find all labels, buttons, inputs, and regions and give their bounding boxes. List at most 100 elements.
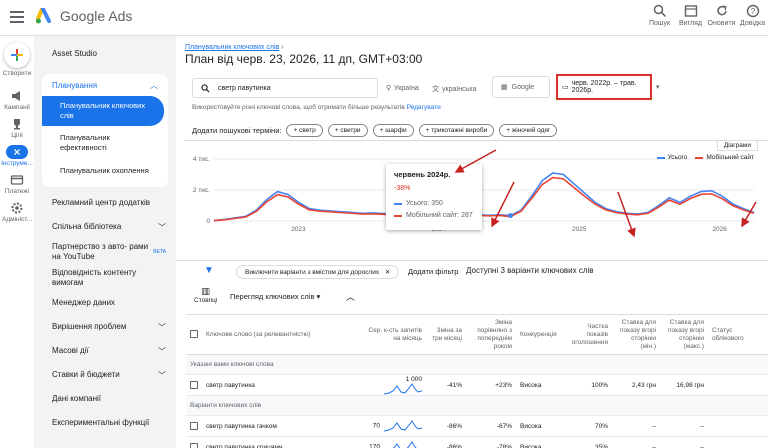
table-row[interactable]: светр павутинка 1 000 -41% +23% Висока 100% 2,… [186,374,768,396]
nav-item-9[interactable]: Експериментальні функції [34,411,176,435]
section-label: Варіанти ключових слів [186,395,768,416]
cell-share: 70% [566,415,612,437]
nav-item-label: Рекламний центр додатків [52,198,150,207]
rail-tools-label: Інструме... [1,160,33,167]
search-icon [653,4,666,18]
collapse-chevron-icon[interactable]: ︿ [346,290,355,303]
nav-performance-planner[interactable]: Планувальник ефективності [42,126,168,158]
megaphone-icon [12,91,20,101]
create-button[interactable]: Створити [0,42,34,77]
appearance-button[interactable]: Вигляд [675,4,706,27]
cell-high: – [660,415,708,437]
trophy-icon [14,119,20,130]
nav-asset-studio-label: Asset Studio [52,48,97,58]
keyword-count: Доступні 3 варіанти ключових слів [466,266,594,275]
row-checkbox[interactable] [186,436,202,448]
nav-item-0[interactable]: Рекламний центр додатків [34,191,176,215]
top-bar: Google Ads Пошук Вигляд Оновити ? Довідк… [0,0,768,36]
refresh-button[interactable]: Оновити [706,4,737,27]
nav-planning-header[interactable]: Планування ︿ [42,74,168,96]
nav-asset-studio[interactable]: Asset Studio [34,36,176,70]
rail-goals[interactable]: Цілі [0,117,34,139]
cell-kw: светр павутинка спицями [202,436,362,448]
nav-item-label: Дані компанії [52,394,102,403]
cell-kw: светр павутинка гачком [202,415,362,437]
beta-badge: BETA [153,249,166,255]
rail-tools[interactable]: Інструме... [0,145,34,167]
main-content: Планувальник ключових слів › План від че… [176,36,768,448]
nav-item-6[interactable]: Масові дії ﹀ [34,339,176,363]
plus-icon [4,42,30,68]
cell-yoy: -78% [466,436,516,448]
table-section-row: Варіанти ключових слів [186,395,768,416]
cell-high: 16,98 грн [660,374,708,396]
col-avg-searches[interactable]: Сер. к-сть запитів на місяць [362,314,426,355]
help-label: Довідка [739,20,766,27]
chevron-down-icon: ﹀ [158,346,166,356]
cell-avg: 170 [362,436,426,448]
cell-low: 2,43 грн [612,374,660,396]
table-row[interactable]: светр павутинка гачком 70 -86% -67% Висока 70… [186,415,768,437]
keyword-view-dropdown[interactable]: Перегляд ключових слів ▾ [230,292,320,301]
rail-admin[interactable]: Адмініст... [0,201,34,223]
add-filter-button[interactable]: Додати фільтр [408,267,458,276]
nav-keyword-planner[interactable]: Планувальник ключових слів [42,96,164,126]
close-icon[interactable]: ✕ [385,269,390,276]
nav-item-label: Експериментальні функції [52,418,150,427]
nav-item-4[interactable]: Менеджер даних [34,291,176,315]
col-bid-high[interactable]: Ставка для показу вгорі сторінки (макс.) [660,314,708,355]
nav-reach-planner[interactable]: Планувальник охоплення [42,158,168,181]
rail-campaigns[interactable]: Кампанії [0,89,34,111]
col-yoy[interactable]: Зміна порівняно з попереднім роком [466,314,516,355]
adult-filter-label: Виключити варіанти з вмістом для доросли… [245,269,380,276]
nav-item-8[interactable]: Дані компанії [34,387,176,411]
menu-icon[interactable] [10,11,24,23]
nav-item-3[interactable]: Відповідність контенту вимогам [34,265,176,291]
columns-icon: ▥ [201,286,210,296]
nav-item-label: Вирішення проблем [52,322,127,331]
create-label: Створити [2,70,32,77]
chevron-up-icon: ︿ [150,80,158,90]
nav-planning-group: Планування ︿ Планувальник ключових слів … [42,74,168,187]
left-rail: Створити Кампанії Цілі Інструме... Плате… [0,36,34,448]
nav-item-7[interactable]: Ставки й бюджети ﹀ [34,363,176,387]
avg-searches-value: 70 [372,422,380,430]
app-name: Google Ads [60,8,133,24]
nav-item-5[interactable]: Вирішення проблем ﹀ [34,315,176,339]
filter-icon[interactable]: ▼ [204,265,214,276]
col-competition[interactable]: Конкуренція [516,314,566,355]
cell-three: -86% [426,436,466,448]
cell-yoy: -67% [466,415,516,437]
cell-share: 35% [566,436,612,448]
chevron-down-icon: ﹀ [158,222,166,232]
cell-share: 100% [566,374,612,396]
col-keyword[interactable]: Ключове слово (за релевантністю) [202,314,362,355]
refresh-label: Оновити [707,20,736,27]
row-checkbox[interactable] [186,415,202,437]
cell-status [708,374,768,396]
col-bid-low[interactable]: Ставка для показу вгорі сторінки (мін.) [612,314,660,355]
help-button[interactable]: ? Довідка [737,4,768,27]
help-icon: ? [746,4,759,18]
google-ads-logo-icon [36,8,51,24]
col-account-status[interactable]: Статус облікового [708,314,768,355]
appearance-label: Вигляд [679,20,702,27]
nav-item-2[interactable]: Партнерство з авто- рами на YouTube BETA [34,239,176,265]
adult-filter-chip[interactable]: Виключити варіанти з вмістом для доросли… [236,265,400,279]
col-impression-share[interactable]: Частка показів оголошення [566,314,612,355]
nav-item-label: Ставки й бюджети [52,370,120,379]
columns-button[interactable]: ▥ Стовпці [194,286,217,304]
nav-item-1[interactable]: Спільна бібліотека ﹀ [34,215,176,239]
table-row[interactable]: светр павутинка спицями 170 -86% -78% Висока… [186,436,768,448]
rail-goals-label: Цілі [11,132,23,139]
row-checkbox[interactable] [186,374,202,396]
google-ads-logo[interactable]: Google Ads [36,8,132,24]
avg-searches-value: 1 000 [405,375,422,383]
rail-billing[interactable]: Платежі [0,173,34,195]
col-three-month[interactable]: Зміна за три місяці [426,314,466,355]
arrow-1 [454,149,497,173]
cell-low: – [612,415,660,437]
search-button[interactable]: Пошук [644,4,675,27]
cell-low: – [612,436,660,448]
select-all-checkbox[interactable] [186,314,202,355]
